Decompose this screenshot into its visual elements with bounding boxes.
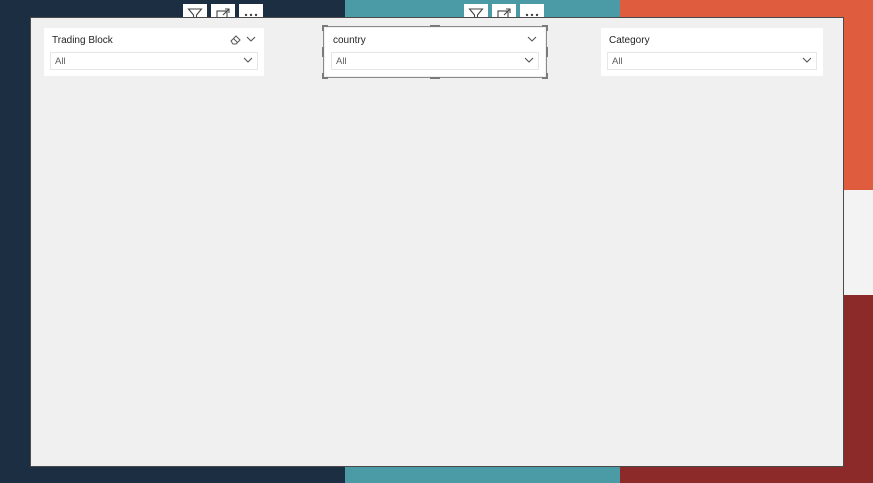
eraser-icon[interactable] (230, 34, 242, 48)
category-dropdown[interactable]: All (607, 52, 817, 70)
dropdown-value: All (612, 55, 623, 67)
resize-handle[interactable] (430, 77, 440, 79)
chevron-down-icon (524, 56, 534, 67)
chevron-down-icon (802, 56, 812, 67)
resize-handle[interactable] (322, 25, 324, 31)
slicer-header: Trading Block (50, 32, 258, 49)
country-dropdown[interactable]: All (331, 52, 539, 70)
dropdown-value: All (336, 55, 347, 67)
country-slicer[interactable]: country All (322, 25, 548, 79)
resize-handle[interactable] (430, 25, 440, 27)
slicer-header: country (331, 32, 539, 49)
category-slicer[interactable]: Category All (601, 28, 823, 76)
slicer-title: Trading Block (52, 35, 113, 46)
resize-handle[interactable] (322, 47, 324, 57)
slicer-title: country (333, 35, 366, 46)
chevron-down-icon[interactable] (246, 35, 256, 46)
resize-handle[interactable] (546, 47, 548, 57)
slicer-title: Category (609, 35, 650, 46)
report-canvas: Trading Block All country All Category A… (30, 17, 844, 467)
trading-block-slicer[interactable]: Trading Block All (44, 28, 264, 76)
chevron-down-icon (243, 56, 253, 67)
resize-handle[interactable] (322, 73, 324, 79)
dropdown-value: All (55, 55, 66, 67)
slicer-header: Category (607, 32, 817, 49)
chevron-down-icon[interactable] (527, 35, 537, 46)
trading-block-dropdown[interactable]: All (50, 52, 258, 70)
resize-handle[interactable] (546, 25, 548, 31)
resize-handle[interactable] (546, 73, 548, 79)
